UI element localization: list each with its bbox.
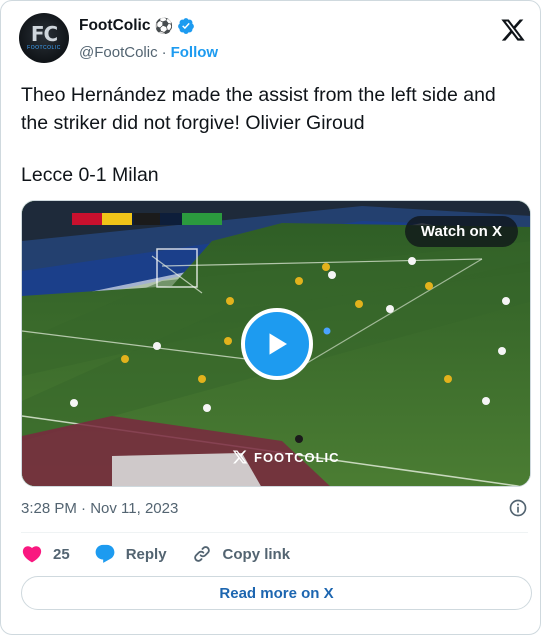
tweet-card: FC FOOTCOLIC FootColic ⚽ @FootColic · Fo… [0,0,541,635]
video-media[interactable]: Watch on X FOOTCOLIC [21,200,531,487]
info-icon[interactable] [508,498,528,518]
divider [21,532,528,533]
x-logo-icon[interactable] [500,17,526,43]
timestamp[interactable]: 3:28 PM · Nov 11, 2023 [21,500,178,517]
watch-on-x-button[interactable]: Watch on X [404,216,518,247]
play-icon [269,333,287,355]
heart-icon [22,546,42,563]
tweet-text: Theo Hernández made the assist from the … [21,81,526,189]
read-more-button[interactable]: Read more on X [21,576,532,610]
play-button[interactable] [241,308,313,380]
author-name-row: FootColic ⚽ [79,17,195,35]
handle-separator: · [161,44,167,61]
x-logo-icon [232,450,248,464]
author-name[interactable]: FootColic [79,17,150,35]
soccer-ball-icon: ⚽ [154,17,174,35]
follow-button[interactable]: Follow [171,44,219,61]
tweet-text-line: Lecce 0-1 Milan [21,164,159,186]
like-button[interactable]: 25 [21,543,70,565]
reply-label: Reply [125,545,167,563]
link-icon [193,546,210,562]
watermark-text: FOOTCOLIC [254,449,340,465]
reply-icon [95,544,115,563]
avatar-logo-subtext: FOOTCOLIC [27,45,61,51]
copy-link-button[interactable]: Copy link [191,543,291,565]
author-handle-row: @FootColic · Follow [79,44,218,61]
avatar-logo-text: FC [30,22,58,46]
tweet-text-line: Theo Hernández made the assist from the … [21,84,496,134]
action-bar: 25 Reply Copy link [21,541,314,567]
avatar[interactable]: FC FOOTCOLIC [19,13,69,63]
like-count: 25 [53,545,70,563]
video-watermark: FOOTCOLIC [232,449,340,465]
author-handle[interactable]: @FootColic [79,44,158,61]
verified-badge-icon [178,18,195,34]
reply-button[interactable]: Reply [94,543,167,565]
copy-link-label: Copy link [222,545,291,563]
